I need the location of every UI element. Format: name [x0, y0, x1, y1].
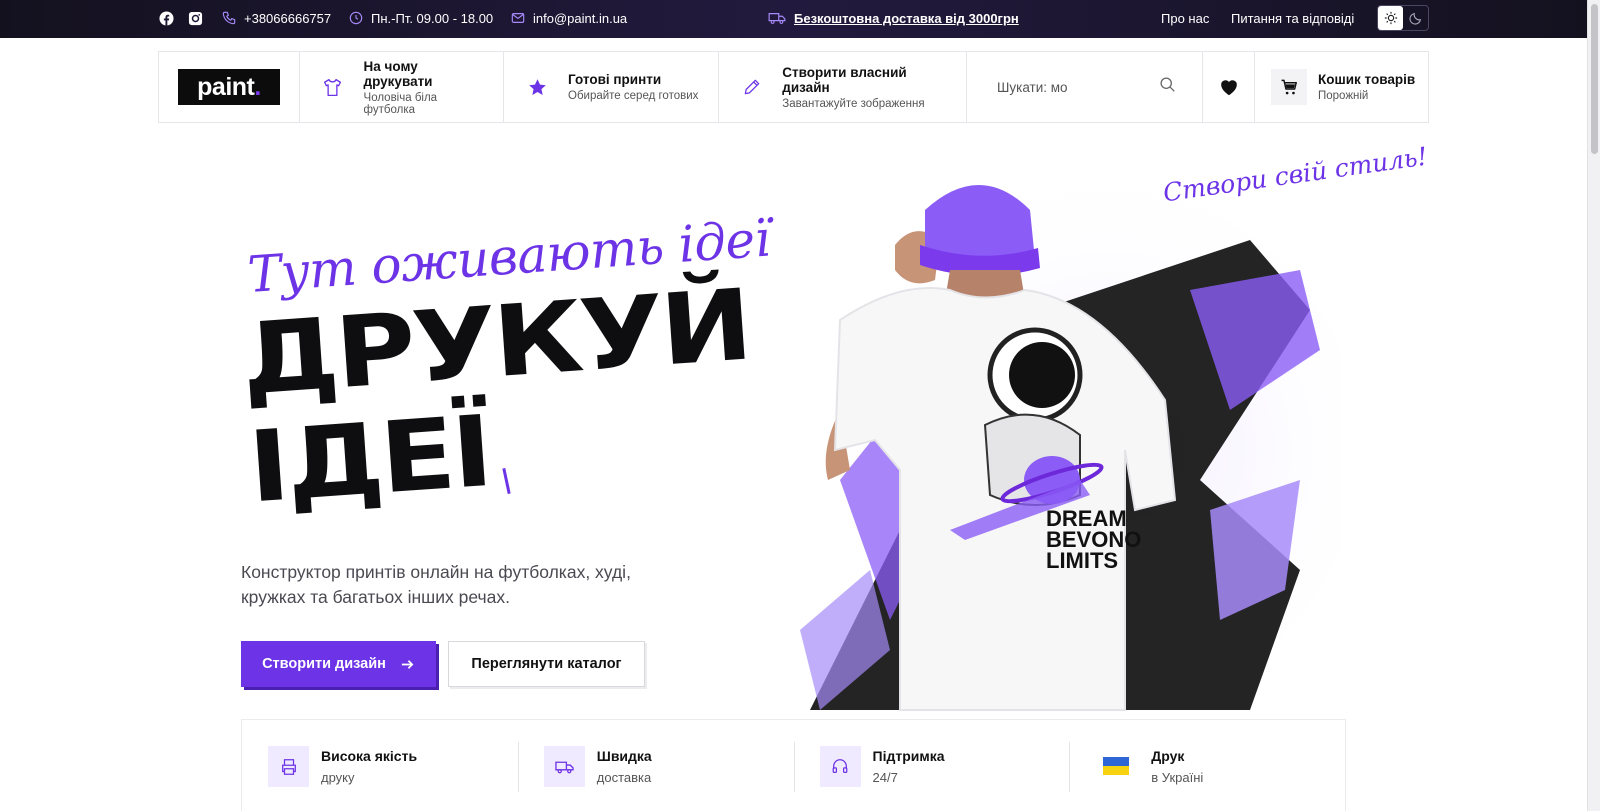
headset-icon: [819, 746, 861, 787]
feature-made-in-ukraine: Друк в Україні: [1069, 720, 1345, 811]
logo-link[interactable]: paint.: [159, 52, 300, 122]
truck-icon: [543, 746, 585, 787]
moon-icon: [1408, 12, 1421, 25]
nav-create-design[interactable]: Створити власний дизайн Завантажуйте зоб…: [719, 52, 967, 122]
feature-title: Підтримка: [872, 748, 945, 764]
logo-dot: .: [254, 72, 261, 101]
truck-icon: [768, 13, 786, 24]
faq-link[interactable]: Питання та відповіді: [1231, 0, 1354, 36]
arrow-right-icon: [401, 659, 414, 669]
cart-button[interactable]: Кошик товарів Порожній: [1255, 52, 1428, 122]
pencil-icon: [741, 76, 762, 98]
feature-subtitle: 24/7: [872, 770, 898, 785]
about-link[interactable]: Про нас: [1161, 0, 1209, 36]
faq-link-label: Питання та відповіді: [1231, 10, 1355, 26]
cart-icon: [1271, 69, 1307, 105]
feature-quality: Висока якість друку: [242, 720, 518, 811]
nav-ready-prints[interactable]: Готові принти Обирайте серед готових: [504, 52, 719, 122]
search-box: [967, 52, 1203, 122]
dark-theme-option[interactable]: [1403, 6, 1428, 30]
nav-title: Створити власний дизайн: [782, 64, 907, 95]
feature-subtitle: друку: [321, 770, 355, 785]
free-delivery-link[interactable]: Безкоштовна доставка від 3000грн: [768, 0, 1019, 36]
tshirt-icon: [322, 76, 344, 98]
facebook-icon: [159, 10, 174, 26]
nav-what-to-print[interactable]: На чому друкувати Чоловіча біла футболка: [300, 52, 504, 122]
printer-icon: [268, 746, 309, 787]
feature-title: Швидка: [596, 748, 652, 764]
top-bar: +38066666757 Пн.-Пт. 09.00 - 18.00 info@…: [0, 0, 1587, 38]
shirt-text-line-3: LIMITS: [1046, 548, 1118, 573]
cart-status: Порожній: [1318, 90, 1369, 102]
working-hours: Пн.-Пт. 09.00 - 18.00: [349, 0, 493, 36]
page: +38066666757 Пн.-Пт. 09.00 - 18.00 info@…: [0, 0, 1587, 811]
nav-subtitle: Чоловіча біла футболка: [363, 91, 438, 116]
clock-icon: [349, 11, 363, 25]
hours-text: Пн.-Пт. 09.00 - 18.00: [371, 10, 494, 26]
logo-text: paint: [197, 72, 255, 101]
hero-illustration: DREAM BEVONO LIMITS: [800, 180, 1340, 720]
feature-delivery: Швидка доставка: [517, 720, 794, 811]
favorites-button[interactable]: [1203, 52, 1255, 122]
search-icon[interactable]: [1159, 76, 1176, 98]
phone-number: +38066666757: [244, 10, 332, 26]
create-design-button[interactable]: Створити дизайн: [241, 641, 436, 687]
main-header: paint. На чому друкувати Чоловіча біла ф…: [158, 51, 1429, 123]
instagram-icon: [188, 11, 203, 25]
create-design-label: Створити дизайн: [262, 656, 386, 672]
sun-icon: [1384, 11, 1397, 25]
page-scrollbar[interactable]: [1587, 0, 1600, 811]
email-link[interactable]: info@paint.in.ua: [511, 0, 627, 36]
nav-title: На чому друкувати: [363, 58, 433, 89]
theme-toggle[interactable]: [1377, 5, 1429, 31]
ukraine-flag-icon: [1103, 757, 1130, 775]
nav-title: Готові принти: [568, 72, 662, 87]
logo: paint.: [178, 69, 280, 105]
star-icon: [526, 76, 548, 98]
hero-subtitle: Конструктор принтів онлайн на футболках,…: [241, 562, 631, 607]
scrollbar-thumb[interactable]: [1591, 4, 1598, 154]
hero-headline: ДРУКУЙ ІДЕЇ: [237, 269, 753, 526]
view-catalog-label: Переглянути каталог: [471, 656, 622, 672]
light-theme-option[interactable]: [1378, 6, 1403, 30]
feature-title: Висока якість: [321, 748, 418, 764]
feature-subtitle: доставка: [596, 770, 652, 785]
delivery-text: Безкоштовна доставка від 3000грн: [794, 10, 1019, 26]
feature-subtitle: в Україні: [1151, 770, 1204, 785]
phone-link[interactable]: +38066666757: [222, 0, 331, 36]
email-text: info@paint.in.ua: [533, 10, 628, 26]
feature-support: Підтримка 24/7: [793, 720, 1070, 811]
facebook-link[interactable]: [159, 0, 174, 36]
instagram-link[interactable]: [188, 0, 203, 36]
about-link-label: Про нас: [1161, 10, 1210, 26]
nav-subtitle: Завантажуйте зображення: [782, 97, 925, 110]
cart-title: Кошик товарів: [1318, 72, 1416, 87]
feature-title: Друк: [1151, 748, 1185, 764]
features-bar: Висока якість друку Швидка доставка Підт…: [241, 719, 1346, 811]
search-input[interactable]: [997, 79, 1147, 95]
mail-icon: [511, 13, 525, 23]
phone-icon: [222, 11, 236, 25]
view-catalog-button[interactable]: Переглянути каталог: [448, 641, 645, 687]
nav-subtitle: Обирайте серед готових: [568, 90, 699, 102]
heart-icon: [1220, 80, 1237, 96]
